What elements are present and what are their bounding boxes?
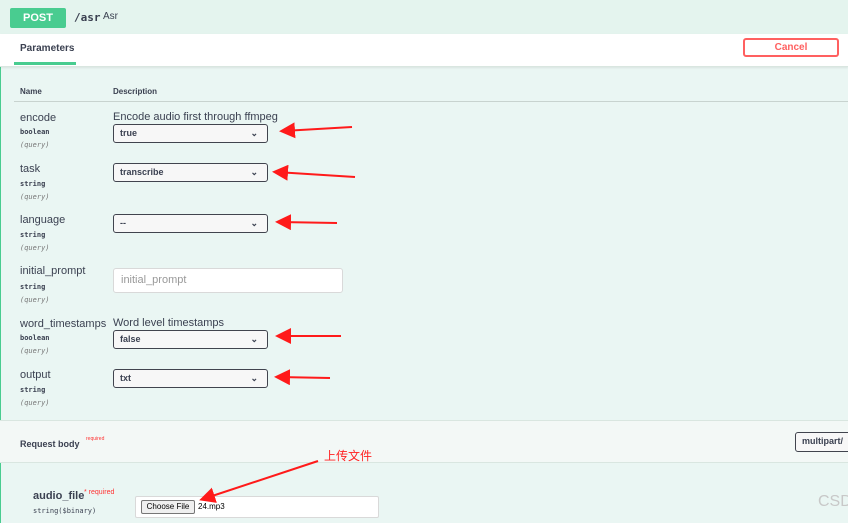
language-select-value: -- (120, 218, 126, 228)
param-initial-prompt-name: initial_prompt (20, 265, 86, 277)
content-type-select[interactable]: multipart/ (795, 432, 848, 452)
param-output-type: string (20, 386, 46, 394)
column-header-description: Description (113, 87, 158, 96)
audio-file-name: audio_file (33, 490, 85, 502)
param-encode-description: Encode audio first through ffmpeg (113, 111, 278, 123)
param-encode-in: (query) (20, 141, 50, 149)
chosen-file-name: 24.mp3 (198, 502, 225, 511)
output-select[interactable]: txt ⌄ (113, 369, 268, 388)
param-encode-type: boolean (20, 128, 50, 136)
param-word-timestamps-name: word_timestamps (20, 318, 107, 330)
column-divider (14, 101, 848, 102)
chevron-down-icon: ⌄ (250, 373, 258, 383)
word-timestamps-select-value: false (120, 334, 141, 344)
param-output-in: (query) (20, 399, 50, 407)
param-output-name: output (20, 369, 51, 381)
audio-file-type: string($binary) (33, 507, 97, 515)
word-timestamps-select[interactable]: false ⌄ (113, 330, 268, 349)
task-select[interactable]: transcribe ⌄ (113, 163, 268, 182)
cancel-button[interactable]: Cancel (743, 38, 839, 57)
param-language-name: language (20, 214, 66, 226)
operation-path: /asr (74, 11, 101, 24)
column-header-name: Name (20, 87, 42, 96)
task-select-value: transcribe (120, 167, 164, 177)
language-select[interactable]: -- ⌄ (113, 214, 268, 233)
param-word-timestamps-type: boolean (20, 334, 50, 342)
output-select-value: txt (120, 373, 131, 383)
param-initial-prompt-in: (query) (20, 296, 50, 304)
operation-summary[interactable] (0, 0, 848, 35)
upload-annotation: 上传文件 (324, 449, 373, 463)
encode-select[interactable]: true ⌄ (113, 124, 268, 143)
chevron-down-icon: ⌄ (250, 128, 258, 138)
param-task-in: (query) (20, 193, 50, 201)
encode-select-value: true (120, 128, 138, 138)
initial-prompt-input[interactable]: initial_prompt (113, 268, 343, 293)
chevron-down-icon: ⌄ (250, 167, 258, 177)
request-body-header (0, 420, 848, 463)
param-language-type: string (20, 231, 46, 239)
operation-description: Asr (103, 11, 118, 22)
tab-underline (14, 62, 76, 65)
param-word-timestamps-in: (query) (20, 347, 50, 355)
request-body-required: required (86, 436, 105, 442)
audio-file-required: * required (84, 489, 115, 496)
param-task-type: string (20, 180, 46, 188)
param-language-in: (query) (20, 244, 50, 252)
param-word-timestamps-description: Word level timestamps (113, 317, 225, 329)
tab-parameters[interactable]: Parameters (20, 43, 74, 54)
method-badge: POST (10, 8, 66, 28)
choose-file-button[interactable]: Choose File (141, 500, 195, 514)
param-encode-name: encode (20, 112, 57, 124)
param-initial-prompt-type: string (20, 283, 46, 291)
watermark: CSD (818, 493, 848, 510)
request-body-title: Request body (20, 439, 80, 449)
param-task-name: task (20, 163, 41, 175)
parameters-section-header (0, 34, 848, 67)
chevron-down-icon: ⌄ (250, 218, 258, 228)
chevron-down-icon: ⌄ (250, 334, 258, 344)
